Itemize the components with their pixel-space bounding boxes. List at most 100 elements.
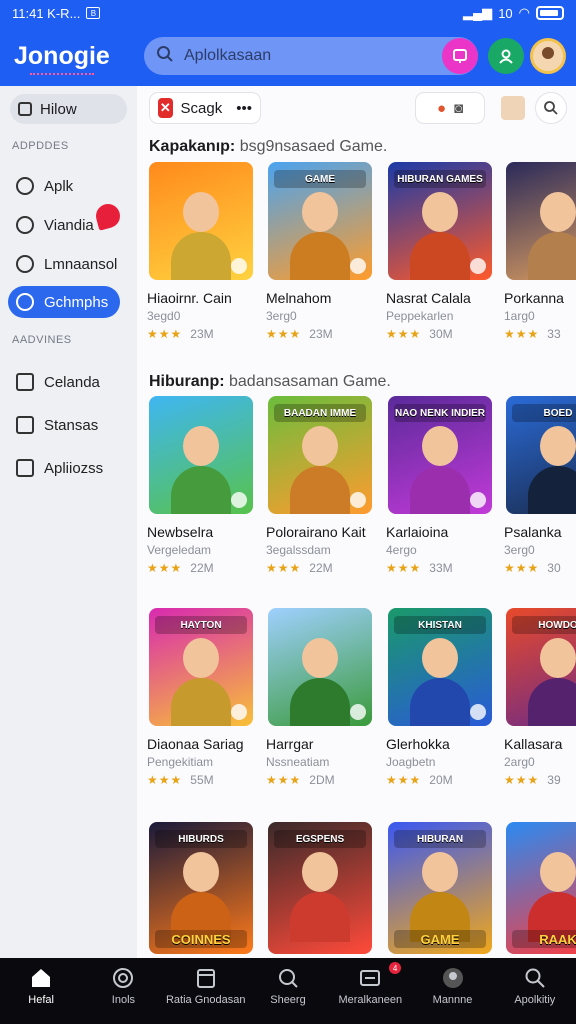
shapes-icon: ● bbox=[436, 99, 446, 117]
game-card[interactable]: Hiaoirnr. Cain 3egd0 ★★★ 23M bbox=[147, 160, 255, 350]
game-card[interactable]: HIBURAN GAMES Nasrat Calala Peppekarlen ★★★… bbox=[386, 160, 494, 350]
app-logo[interactable]: Jonogie bbox=[14, 42, 144, 75]
game-card[interactable]: BAADAN IMME Polorairano Kait 3egalssdam ★★★… bbox=[266, 394, 374, 584]
user-avatar[interactable] bbox=[530, 38, 566, 74]
sidebar-item-stansas[interactable]: Stansas bbox=[8, 409, 120, 441]
game-banner-text: GAME bbox=[274, 170, 366, 188]
game-thumbnail[interactable] bbox=[506, 162, 576, 280]
character-face bbox=[540, 192, 576, 232]
game-thumbnail[interactable]: HIBURDS COINNES bbox=[149, 822, 253, 954]
character-face bbox=[422, 638, 458, 678]
profile-thumb[interactable] bbox=[501, 96, 525, 120]
character-body bbox=[290, 678, 350, 726]
game-card[interactable]: KHISTAN Glerhokka Joagbetn ★★★ 20M bbox=[386, 606, 494, 796]
character-face bbox=[540, 638, 576, 678]
circle-icon bbox=[16, 216, 34, 234]
star-icon: ★★★ bbox=[504, 327, 540, 341]
game-thumbnail[interactable]: HIBURAN GAME bbox=[388, 822, 492, 954]
badge-icon bbox=[231, 492, 247, 508]
game-thumbnail[interactable] bbox=[268, 608, 372, 726]
store-button[interactable] bbox=[442, 38, 478, 74]
game-card[interactable]: GAME Melnahom 3erg0 ★★★ 23M bbox=[266, 160, 374, 350]
game-title: Porkanna bbox=[504, 290, 564, 306]
character-body bbox=[410, 466, 470, 514]
nav-explore[interactable]: Inols bbox=[82, 958, 164, 1024]
game-card[interactable]: HAYTON Diaonaa Sariag Pengekitiam ★★★ 55M bbox=[147, 606, 255, 796]
game-banner-text: BAADAN IMME bbox=[274, 404, 366, 422]
game-card[interactable]: HIBURAN GAME bbox=[386, 820, 494, 958]
game-card[interactable]: HIBURDS COINNES bbox=[147, 820, 255, 958]
game-subtitle: 3egd0 bbox=[147, 309, 181, 323]
nav-radio[interactable]: Ratia Gnodasan bbox=[165, 958, 247, 1024]
game-title: Polorairano Kait bbox=[266, 524, 366, 540]
profile-button[interactable] bbox=[488, 38, 524, 74]
game-card[interactable]: Harrgar Nssneatiam ★★★ 2DM bbox=[266, 606, 374, 796]
game-thumbnail[interactable] bbox=[149, 162, 253, 280]
bottom-navigation: Hefal Inols Ratia Gnodasan Sheerg 4 Mera… bbox=[0, 958, 576, 1024]
game-title: Karlaioina bbox=[386, 524, 449, 540]
nav-home[interactable]: Hefal bbox=[0, 958, 82, 1024]
game-thumbnail[interactable]: EGSPENS bbox=[268, 822, 372, 954]
game-thumbnail[interactable]: HAYTON bbox=[149, 608, 253, 726]
game-rating: ★★★ 33 bbox=[504, 327, 561, 341]
game-subtitle: Peppekarlen bbox=[386, 309, 454, 323]
star-icon: ★★★ bbox=[147, 561, 183, 575]
search-icon bbox=[544, 101, 558, 115]
sidebar-item-aplk[interactable]: Aplk bbox=[8, 170, 120, 202]
game-thumbnail[interactable]: NAO NENK INDIER bbox=[388, 396, 492, 514]
game-thumbnail[interactable]: HIBURAN GAMES bbox=[388, 162, 492, 280]
game-thumbnail[interactable] bbox=[149, 396, 253, 514]
character-body bbox=[171, 466, 231, 514]
game-banner-text: HIBURDS bbox=[155, 830, 247, 848]
calendar-icon bbox=[196, 969, 215, 988]
character-face bbox=[422, 426, 458, 466]
more-options-icon[interactable]: ••• bbox=[236, 100, 252, 117]
nav-messages[interactable]: 4 Meralkaneen bbox=[329, 958, 411, 1024]
sidebar-item-lmnaansol[interactable]: Lmnaansol bbox=[8, 248, 120, 280]
game-card[interactable]: RAAK bbox=[504, 820, 576, 958]
game-thumbnail[interactable]: BAADAN IMME bbox=[268, 396, 372, 514]
nav-activity[interactable]: Apolkitiy bbox=[494, 958, 576, 1024]
nav-search[interactable]: Sheerg bbox=[247, 958, 329, 1024]
sidebar-section-title: AADVINES bbox=[12, 334, 72, 346]
sidebar-item-celanda[interactable]: Celanda bbox=[8, 366, 120, 398]
app-bar: Jonogie bbox=[0, 26, 576, 86]
download-count: 30M bbox=[429, 327, 453, 341]
sidebar-item-gchmphs[interactable]: Gchmphs bbox=[8, 286, 120, 318]
wifi-icon: ◠ bbox=[518, 5, 530, 20]
view-toggle[interactable]: ● ◙ bbox=[415, 92, 485, 124]
character-face bbox=[302, 852, 338, 892]
filter-chip[interactable]: ✕ Scagk ••• bbox=[149, 92, 261, 124]
globe-icon bbox=[16, 293, 34, 311]
badge-icon bbox=[231, 258, 247, 274]
game-thumbnail[interactable]: BOED bbox=[506, 396, 576, 514]
game-subtitle: 3egalssdam bbox=[266, 543, 331, 557]
game-title: Newbselra bbox=[147, 524, 214, 540]
game-card[interactable]: Porkanna 1arg0 ★★★ 33 bbox=[504, 160, 576, 350]
game-card[interactable]: EGSPENS bbox=[266, 820, 374, 958]
sidebar: Hilow ADPDDES Aplk Viandia Lmnaansol Gch… bbox=[0, 86, 137, 958]
search-bar[interactable] bbox=[144, 37, 478, 75]
section-heading: Hiburanp: badansasaman Game. bbox=[149, 373, 391, 390]
game-title: Kallasara bbox=[504, 736, 563, 752]
game-card[interactable]: HOWDO Kallasara 2arg0 ★★★ 39 bbox=[504, 606, 576, 796]
sidebar-item-apliiozss[interactable]: Apliiozss bbox=[8, 452, 120, 484]
search-icon bbox=[525, 968, 545, 988]
game-card[interactable]: NAO NENK INDIER Karlaioina 4ergo ★★★ 33M bbox=[386, 394, 494, 584]
game-card[interactable]: Newbselra Vergeledam ★★★ 22M bbox=[147, 394, 255, 584]
game-thumbnail[interactable]: KHISTAN bbox=[388, 608, 492, 726]
game-thumbnail[interactable]: HOWDO bbox=[506, 608, 576, 726]
star-icon: ★★★ bbox=[504, 561, 540, 575]
game-subtitle: Pengekitiam bbox=[147, 755, 214, 769]
game-thumbnail[interactable]: GAME bbox=[268, 162, 372, 280]
nav-profile[interactable]: Mannne bbox=[411, 958, 493, 1024]
search-icon bbox=[156, 45, 174, 68]
game-card[interactable]: BOED Psalanka 3erg0 ★★★ 30 bbox=[504, 394, 576, 584]
search-input[interactable] bbox=[184, 47, 384, 65]
sidebar-home-button[interactable]: Hilow bbox=[10, 94, 127, 124]
badge-icon bbox=[350, 492, 366, 508]
game-banner-text: NAO NENK INDIER bbox=[394, 404, 486, 422]
game-thumbnail[interactable]: RAAK bbox=[506, 822, 576, 954]
badge-icon bbox=[231, 704, 247, 720]
search-button[interactable] bbox=[535, 92, 567, 124]
